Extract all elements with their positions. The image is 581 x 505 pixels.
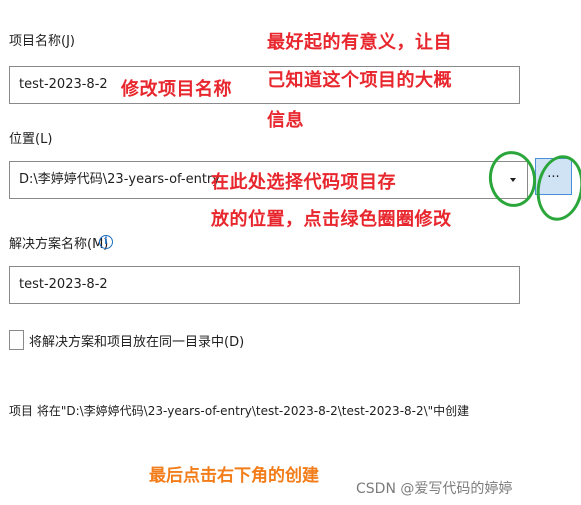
solution-name-label: 解决方案名称(M) (9, 237, 109, 252)
annotation-create-tip: 最后点击右下角的创建 (149, 466, 319, 486)
info-icon[interactable]: i (99, 235, 113, 249)
project-name-label: 项目名称(J) (9, 34, 75, 49)
same-directory-checkbox[interactable] (9, 330, 24, 350)
location-value: D:\李婷婷代码\23-years-of-entry (19, 172, 220, 187)
solution-name-input[interactable]: test-2023-8-2 (9, 266, 520, 304)
annotation-name-tip-1: 最好起的有意义，让自 (267, 32, 452, 53)
annotation-name-tip-3: 信息 (267, 110, 304, 131)
highlight-circle-dropdown (485, 148, 540, 210)
annotation-location-tip-2: 放的位置，点击绿色圈圈修改 (211, 209, 452, 230)
location-label: 位置(L) (9, 132, 53, 147)
same-directory-label: 将解决方案和项目放在同一目录中(D) (29, 335, 245, 350)
watermark: CSDN @爱写代码的婷婷 (356, 481, 513, 497)
creation-path-summary: 项目 将在"D:\李婷婷代码\23-years-of-entry\test-20… (9, 404, 470, 418)
annotation-name-tip-2: 己知道这个项目的大概 (267, 70, 452, 91)
annotation-location-tip-1: 在此处选择代码项目存 (211, 172, 396, 193)
annotation-rename-tip: 修改项目名称 (121, 79, 232, 100)
